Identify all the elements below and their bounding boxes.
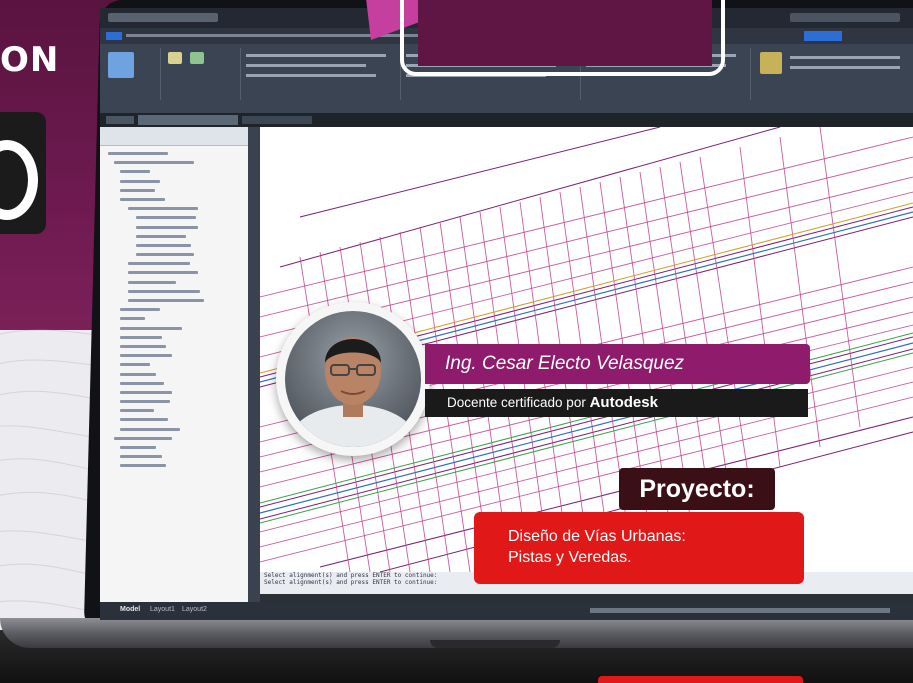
toolspace-panel xyxy=(100,127,249,602)
tree-node[interactable] xyxy=(106,259,248,268)
tree-node[interactable] xyxy=(106,434,248,443)
tree-node[interactable] xyxy=(106,324,248,333)
popup-inner xyxy=(418,0,712,66)
hero-title-fragment: ON xyxy=(0,40,60,80)
tree-node[interactable] xyxy=(106,443,248,452)
tree-node[interactable] xyxy=(106,167,248,176)
tree-node[interactable] xyxy=(106,333,248,342)
tree-node[interactable] xyxy=(106,250,248,259)
ribbon-panel-create[interactable] xyxy=(160,48,241,100)
panel-label-line xyxy=(246,64,366,67)
tree-node[interactable] xyxy=(106,425,248,434)
tree-node[interactable] xyxy=(106,296,248,305)
project-description: Diseño de Vías Urbanas: Pistas y Veredas… xyxy=(474,512,804,584)
status-toggles[interactable] xyxy=(590,608,890,613)
bottom-accent-bar xyxy=(598,676,803,683)
project-description-line: Diseño de Vías Urbanas: xyxy=(508,528,686,545)
points-icon[interactable] xyxy=(190,52,204,64)
certification-banner: Docente certificado por Autodesk xyxy=(425,389,808,417)
ribbon-panel-ground-data[interactable] xyxy=(240,48,401,100)
search-box[interactable] xyxy=(790,13,900,22)
palette-side-strip[interactable] xyxy=(248,127,260,602)
tab-start[interactable] xyxy=(106,116,134,124)
tree-node[interactable] xyxy=(106,195,248,204)
toolspace-header xyxy=(100,127,248,146)
instructor-name: Ing. Cesar Electo Velasquez xyxy=(425,344,810,384)
tree-node[interactable] xyxy=(106,314,248,323)
project-description-line: Pistas y Veredas. xyxy=(508,549,632,566)
tree-node[interactable] xyxy=(106,232,248,241)
tree-node[interactable] xyxy=(106,204,248,213)
software-logo-tile xyxy=(0,112,46,234)
tree-node[interactable] xyxy=(106,278,248,287)
tree-node[interactable] xyxy=(106,351,248,360)
tab-active-highlight[interactable] xyxy=(804,31,842,41)
tree-node[interactable] xyxy=(106,397,248,406)
tree-node[interactable] xyxy=(106,177,248,186)
instructor-portrait xyxy=(291,337,415,447)
panel-label-line xyxy=(246,74,376,77)
tab-drawing[interactable] xyxy=(242,116,312,124)
tree-node[interactable] xyxy=(106,342,248,351)
tree-node[interactable] xyxy=(106,415,248,424)
toolspace-icon[interactable] xyxy=(108,52,134,78)
tree-node[interactable] xyxy=(106,149,248,158)
project-label: Proyecto: xyxy=(619,468,775,510)
layout-tab-layout2[interactable]: Layout2 xyxy=(182,606,207,613)
layout-tab-model[interactable]: Model xyxy=(120,606,140,613)
tree-node[interactable] xyxy=(106,360,248,369)
panel-label-line xyxy=(790,56,900,59)
tree-node[interactable] xyxy=(106,370,248,379)
tree-node[interactable] xyxy=(106,268,248,277)
ribbon-panel-toolspace[interactable] xyxy=(100,48,161,100)
certification-prefix: Docente certificado por xyxy=(447,395,586,410)
prospector-tree[interactable] xyxy=(100,149,248,589)
quick-access-toolbar[interactable] xyxy=(108,13,218,22)
laptop-notch xyxy=(430,640,560,648)
tree-node[interactable] xyxy=(106,287,248,296)
tree-node[interactable] xyxy=(106,461,248,470)
layout-tab-layout1[interactable]: Layout1 xyxy=(150,606,175,613)
tree-node[interactable] xyxy=(106,305,248,314)
panel-label-line xyxy=(790,66,900,69)
tab-drawing-active[interactable] xyxy=(138,115,238,125)
tree-node[interactable] xyxy=(106,223,248,232)
tree-node[interactable] xyxy=(106,388,248,397)
tree-node[interactable] xyxy=(106,379,248,388)
ribbon-panel-layers[interactable] xyxy=(750,48,913,100)
tree-node[interactable] xyxy=(106,241,248,250)
tree-node[interactable] xyxy=(106,186,248,195)
logo-ring-icon xyxy=(0,140,38,220)
instructor-photo xyxy=(285,311,421,447)
document-tabs xyxy=(100,113,913,127)
tree-node[interactable] xyxy=(106,158,248,167)
status-bar: Model Layout1 Layout2 xyxy=(100,602,913,620)
tab-home[interactable] xyxy=(106,32,122,40)
layer-properties-icon[interactable] xyxy=(760,52,782,74)
tree-node[interactable] xyxy=(106,452,248,461)
tree-node[interactable] xyxy=(106,406,248,415)
create-icon[interactable] xyxy=(168,52,182,64)
panel-label-line xyxy=(246,54,386,57)
tree-node[interactable] xyxy=(106,213,248,222)
certification-brand: Autodesk xyxy=(589,394,658,411)
